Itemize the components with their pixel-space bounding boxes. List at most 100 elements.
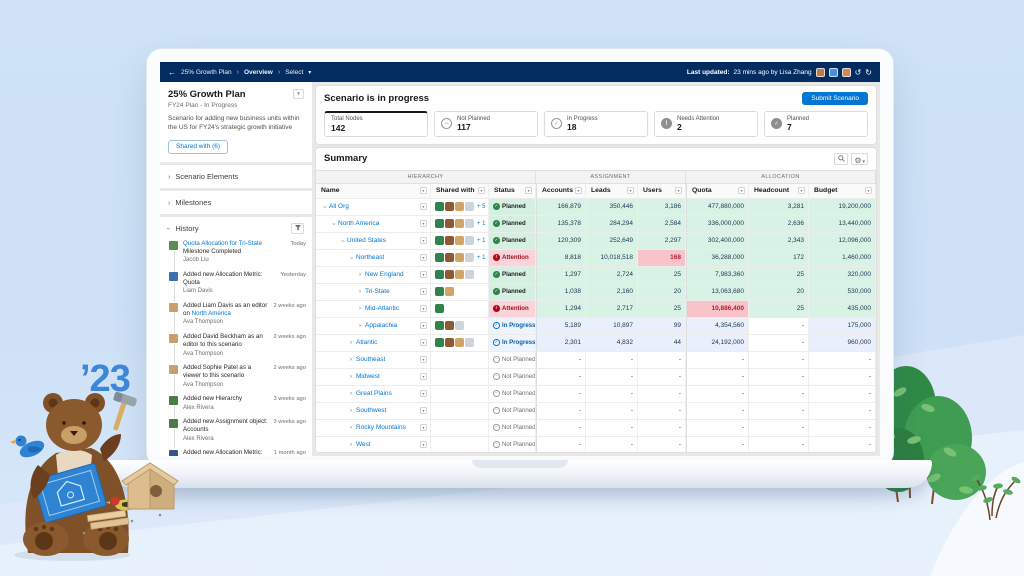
chevron-right-icon[interactable] [348, 339, 354, 346]
row-name-cell[interactable]: North America [316, 216, 431, 232]
row-menu-button[interactable] [420, 441, 427, 448]
shared-with-button[interactable]: Shared with (6) [168, 140, 228, 154]
row-menu-button[interactable] [420, 237, 427, 244]
shared-extra-count[interactable]: + 1 [477, 221, 486, 227]
row-name-cell[interactable]: Southwest [316, 403, 431, 419]
user-avatar[interactable] [829, 68, 838, 77]
column-header-shared-with[interactable]: Shared with [431, 184, 489, 198]
shared-with-cell[interactable]: + 1 [431, 216, 489, 232]
row-name-cell[interactable]: Rocky Mountains [316, 420, 431, 436]
stat-planned[interactable]: Planned7 [764, 111, 868, 137]
shared-with-cell[interactable] [431, 267, 489, 283]
history-item[interactable]: Added new Allocation Metric: QuotaLiam D… [168, 271, 306, 295]
row-name-cell[interactable]: Tri-State [316, 284, 431, 300]
node-name-link[interactable]: Mid-Atlantic [365, 305, 399, 312]
chevron-down-icon[interactable] [575, 187, 582, 194]
history-item[interactable]: Quota Allocation for Tri-State Milestone… [168, 240, 306, 264]
node-name-link[interactable]: North America [338, 220, 379, 227]
sidebar-item-milestones[interactable]: Milestones [160, 191, 312, 214]
shared-with-cell[interactable] [431, 284, 489, 300]
history-item[interactable]: Added David Beckham as an editor to this… [168, 333, 306, 357]
row-menu-button[interactable] [420, 203, 427, 210]
breadcrumb-select[interactable]: Select [285, 69, 303, 76]
stat-not-planned[interactable]: Not Planned117 [434, 111, 538, 137]
node-name-link[interactable]: Atlantic [356, 339, 377, 346]
shared-with-cell[interactable] [431, 352, 489, 368]
shared-with-cell[interactable] [431, 403, 489, 419]
node-name-link[interactable]: Great Plains [356, 390, 392, 397]
column-header-name[interactable]: Name [316, 184, 431, 198]
chevron-down-icon[interactable] [478, 187, 485, 194]
row-name-cell[interactable]: Southeast [316, 352, 431, 368]
filter-button[interactable] [291, 223, 304, 234]
chevron-down-icon[interactable] [330, 220, 336, 227]
node-name-link[interactable]: Rocky Mountains [356, 424, 406, 431]
row-name-cell[interactable]: Appalachia [316, 318, 431, 334]
row-menu-button[interactable] [420, 339, 427, 346]
redo-icon[interactable] [865, 68, 872, 77]
row-name-cell[interactable]: Mid-Atlantic [316, 301, 431, 317]
chevron-right-icon[interactable] [357, 271, 363, 278]
row-name-cell[interactable]: Midwest [316, 369, 431, 385]
undo-icon[interactable] [855, 68, 862, 77]
history-item[interactable]: Added new Assignment object: AccountsAle… [168, 418, 306, 442]
row-menu-button[interactable] [420, 305, 427, 312]
chevron-right-icon[interactable] [357, 288, 363, 295]
search-button[interactable] [834, 153, 848, 165]
shared-with-cell[interactable] [431, 369, 489, 385]
shared-with-cell[interactable]: + 1 [431, 250, 489, 266]
shared-with-cell[interactable]: + 1 [431, 233, 489, 249]
shared-extra-count[interactable]: + 1 [477, 238, 486, 244]
column-header-headcount[interactable]: Headcount [749, 184, 809, 198]
chevron-down-icon[interactable] [738, 187, 745, 194]
chevron-right-icon[interactable] [357, 322, 363, 329]
user-avatar[interactable] [842, 68, 851, 77]
row-menu-button[interactable] [420, 271, 427, 278]
node-name-link[interactable]: Southeast [356, 356, 385, 363]
chevron-down-icon[interactable] [675, 187, 682, 194]
column-header-status[interactable]: Status [489, 184, 536, 198]
shared-with-cell[interactable] [431, 437, 489, 453]
node-name-link[interactable]: Northeast [356, 254, 384, 261]
chevron-right-icon[interactable] [348, 441, 354, 448]
history-item[interactable]: Added Liam Davis as an editor on North A… [168, 302, 306, 326]
node-name-link[interactable]: New England [365, 271, 404, 278]
shared-extra-count[interactable]: + 5 [477, 204, 486, 210]
row-menu-button[interactable] [420, 390, 427, 397]
shared-with-cell[interactable] [431, 301, 489, 317]
chevron-down-icon[interactable] [525, 187, 532, 194]
chevron-down-icon[interactable] [339, 237, 345, 244]
column-header-budget[interactable]: Budget [809, 184, 876, 198]
stat-in-progress[interactable]: In Progress18 [544, 111, 648, 137]
history-item[interactable]: Added Sophie Patel as a viewer to this s… [168, 364, 306, 388]
row-name-cell[interactable]: West [316, 437, 431, 453]
shared-with-cell[interactable] [431, 420, 489, 436]
row-name-cell[interactable]: New England [316, 267, 431, 283]
history-header[interactable]: History [160, 217, 312, 238]
history-item[interactable]: Added new Allocation Metric: QuotaDaniel… [168, 449, 306, 456]
stat-needs-attention[interactable]: Needs Attention2 [654, 111, 758, 137]
row-name-cell[interactable]: Northeast [316, 250, 431, 266]
column-header-users[interactable]: Users [638, 184, 686, 198]
chevron-down-icon[interactable] [321, 203, 327, 210]
chevron-down-icon[interactable] [420, 187, 427, 194]
node-name-link[interactable]: United States [347, 237, 386, 244]
node-name-link[interactable]: All Org [329, 203, 349, 210]
row-name-cell[interactable]: United States [316, 233, 431, 249]
shared-with-cell[interactable] [431, 386, 489, 402]
user-avatar[interactable] [816, 68, 825, 77]
history-link[interactable]: Quota Allocation for Tri-State [183, 240, 262, 247]
node-name-link[interactable]: Appalachia [365, 322, 397, 329]
chevron-right-icon[interactable] [348, 407, 354, 414]
submit-scenario-button[interactable]: Submit Scenario [802, 92, 868, 105]
row-menu-button[interactable] [420, 356, 427, 363]
column-header-accounts[interactable]: Accounts [536, 184, 586, 198]
table-settings-button[interactable] [851, 153, 868, 165]
chevron-right-icon[interactable] [348, 356, 354, 363]
column-header-quota[interactable]: Quota [686, 184, 749, 198]
node-name-link[interactable]: West [356, 441, 371, 448]
node-name-link[interactable]: Tri-State [365, 288, 390, 295]
row-name-cell[interactable]: Atlantic [316, 335, 431, 351]
row-menu-button[interactable] [420, 220, 427, 227]
row-name-cell[interactable]: All Org [316, 199, 431, 215]
